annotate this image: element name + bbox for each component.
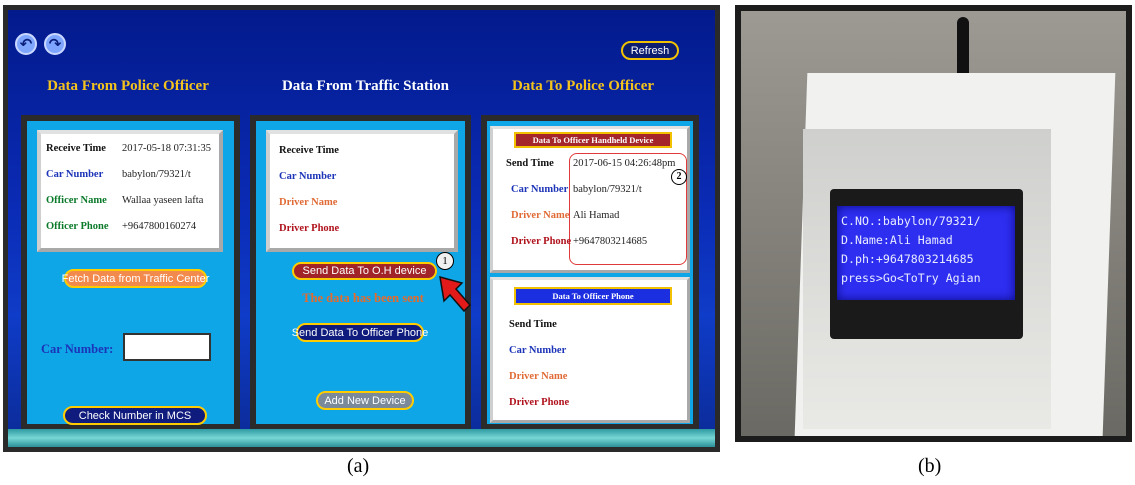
device-photo: C.NO.:babylon/79321/ D.Name:Ali Hamad D.… xyxy=(735,5,1132,442)
car-number-value: babylon/79321/t xyxy=(122,169,191,180)
officer-name-label: Officer Name xyxy=(46,195,107,206)
station-receive-time-label: Receive Time xyxy=(279,145,339,156)
station-panel-body: Receive Time Car Number Driver Name Driv… xyxy=(256,121,472,424)
phone-driver-phone-label: Driver Phone xyxy=(509,397,570,408)
handheld-car-number-value: babylon/79321/t xyxy=(573,184,642,195)
phone-header: Data To Officer Phone xyxy=(514,287,672,305)
send-oh-device-button[interactable]: Send Data To O.H device xyxy=(292,262,437,280)
step-2-marker: 2 xyxy=(671,169,687,185)
handheld-car-number-label: Car Number xyxy=(511,184,569,195)
photo-background: C.NO.:babylon/79321/ D.Name:Ali Hamad D.… xyxy=(741,11,1126,436)
officer-phone-value: +9647800160274 xyxy=(122,221,197,232)
station-info-card: Receive Time Car Number Driver Name Driv… xyxy=(266,130,458,252)
handheld-values-highlight xyxy=(569,153,687,265)
handheld-driver-phone-label: Driver Phone xyxy=(511,236,572,247)
undo-icon[interactable]: ↶ xyxy=(15,33,37,55)
lcd-line-2: D.Name:Ali Hamad xyxy=(841,233,953,247)
bottom-bar xyxy=(8,429,715,447)
phone-driver-name-label: Driver Name xyxy=(509,371,568,382)
receive-time-value: 2017-05-18 07:31:35 xyxy=(122,143,211,154)
handheld-send-time-value: 2017-06-15 04:26:48pm xyxy=(573,158,676,169)
redo-icon[interactable]: ↷ xyxy=(44,33,66,55)
red-arrow-icon xyxy=(438,275,472,315)
check-number-button[interactable]: Check Number in MCS xyxy=(63,406,207,425)
station-panel: Receive Time Car Number Driver Name Driv… xyxy=(250,115,472,430)
police-info-card: Receive Time 2017-05-18 07:31:35 Car Num… xyxy=(37,130,223,252)
car-number-input-label: Car Number: xyxy=(41,342,114,356)
police-panel-body: Receive Time 2017-05-18 07:31:35 Car Num… xyxy=(27,121,234,425)
app-window: ↶ ↷ Refresh Data From Police Officer Dat… xyxy=(3,5,720,452)
car-number-input[interactable] xyxy=(123,333,211,361)
refresh-button[interactable]: Refresh xyxy=(621,41,679,60)
to-officer-panel-body: Data To Officer Handheld Device Send Tim… xyxy=(487,121,693,424)
step-1-marker: 1 xyxy=(436,252,454,270)
caption-b: (b) xyxy=(918,455,942,477)
add-new-device-button[interactable]: Add New Device xyxy=(316,391,414,410)
station-car-number-label: Car Number xyxy=(279,171,337,182)
phone-car-number-label: Car Number xyxy=(509,345,567,356)
car-number-label: Car Number xyxy=(46,169,104,180)
station-driver-phone-label: Driver Phone xyxy=(279,223,340,234)
phone-send-time-label: Send Time xyxy=(509,319,557,330)
fetch-data-button[interactable]: Fetch Data from Traffic Center xyxy=(62,269,209,288)
send-officer-phone-button[interactable]: Send Data To Officer Phone xyxy=(292,323,428,342)
lcd-screen: C.NO.:babylon/79321/ D.Name:Ali Hamad D.… xyxy=(837,206,1015,300)
handheld-driver-name-value: Ali Hamad xyxy=(573,210,620,221)
officer-name-value: Wallaa yaseen lafta xyxy=(122,195,204,206)
sent-status-text: The data has been sent xyxy=(302,291,424,305)
lcd-line-1: C.NO.:babylon/79321/ xyxy=(841,214,981,228)
lcd-module: C.NO.:babylon/79321/ D.Name:Ali Hamad D.… xyxy=(830,189,1023,339)
officer-phone-label: Officer Phone xyxy=(46,221,109,232)
station-column-title: Data From Traffic Station xyxy=(281,78,450,94)
station-driver-name-label: Driver Name xyxy=(279,197,338,208)
handheld-send-time-label: Send Time xyxy=(506,158,554,169)
phone-card: Data To Officer Phone Send Time Car Numb… xyxy=(490,277,690,423)
handheld-header: Data To Officer Handheld Device xyxy=(514,132,672,148)
police-column-title: Data From Police Officer xyxy=(47,78,209,94)
receive-time-label: Receive Time xyxy=(46,143,106,154)
to-officer-column-title: Data To Police Officer xyxy=(511,78,655,94)
lcd-line-4: press>Go<ToTry Agian xyxy=(841,271,981,285)
to-officer-panel: Data To Officer Handheld Device Send Tim… xyxy=(481,115,699,430)
police-panel: Receive Time 2017-05-18 07:31:35 Car Num… xyxy=(21,115,240,430)
handheld-driver-name-label: Driver Name xyxy=(511,210,570,221)
caption-a: (a) xyxy=(347,455,370,477)
app-background: ↶ ↷ Refresh Data From Police Officer Dat… xyxy=(8,10,715,447)
handheld-driver-phone-value: +9647803214685 xyxy=(573,236,648,247)
handheld-card: Data To Officer Handheld Device Send Tim… xyxy=(490,126,690,273)
lcd-line-3: D.ph:+9647803214685 xyxy=(841,252,974,266)
